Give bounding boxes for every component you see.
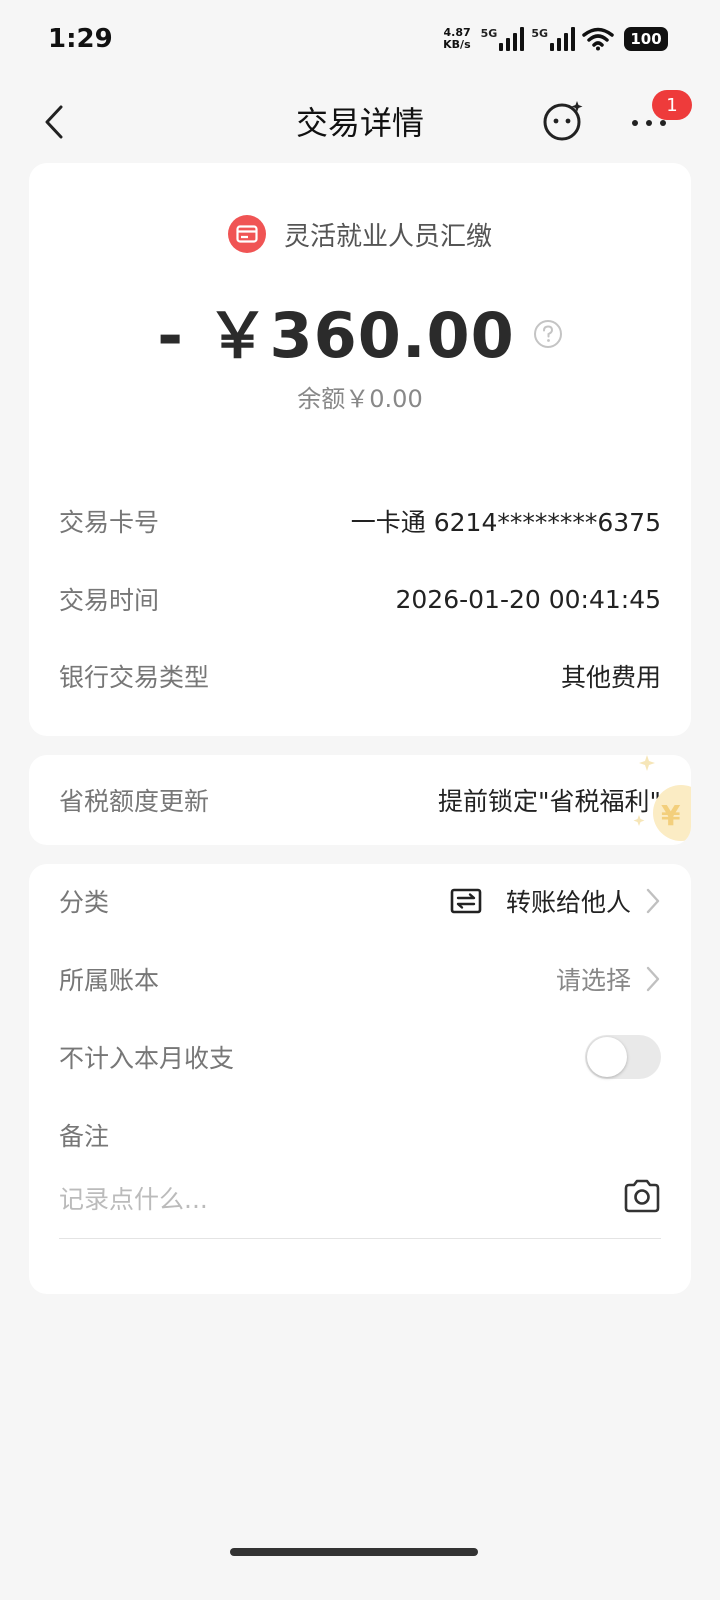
category-label: 分类 [59,888,110,917]
battery-indicator: 100 [624,27,668,51]
tax-saving-row[interactable]: 省税额度更新 提前锁定"省税福利" [59,780,661,820]
detail-label: 交易时间 [59,586,160,615]
category-row[interactable]: 分类 转账给他人 [59,881,661,921]
transfer-icon [450,888,482,914]
status-indicators: 4.87 KB/s 5G 5G 100 [443,22,668,56]
signal-2-label: 5G [531,27,548,40]
transaction-detail-screen: 1:29 4.87 KB/s 5G 5G 100 交易详情 1 灵活就业人员汇缴… [0,0,720,1600]
detail-label: 交易卡号 [59,508,160,537]
help-circle-icon[interactable] [533,319,563,349]
account-book-row[interactable]: 所属账本 请选择 [59,959,661,999]
wifi-icon [582,27,614,51]
yuan-coin-icon: ¥ [633,755,691,841]
robot-face-icon [543,101,583,141]
account-book-value: 请选择 [555,966,631,995]
signal-bars-icon [550,27,575,51]
tax-saving-label: 省税额度更新 [59,787,210,816]
status-bar: 1:29 4.87 KB/s 5G 5G 100 [0,0,720,80]
detail-row-card-number: 交易卡号 一卡通 6214********6375 [59,501,661,541]
exclude-monthly-row: 不计入本月收支 [59,1035,661,1079]
detail-row-time: 交易时间 2026-01-20 00:41:45 [59,579,661,619]
detail-value: 其他费用 [560,663,661,692]
tax-saving-card[interactable]: 省税额度更新 提前锁定"省税福利" ¥ [29,755,691,845]
detail-row-type: 银行交易类型 其他费用 [59,656,661,696]
tax-saving-link[interactable]: 提前锁定"省税福利" [438,782,661,818]
category-value-group[interactable]: 转账给他人 [450,883,661,919]
card-payment-icon [227,215,266,253]
chevron-right-icon [646,966,660,992]
transaction-amount: - ￥360.00 [157,299,515,372]
exclude-monthly-label: 不计入本月收支 [59,1044,235,1073]
card-icon [236,225,258,243]
svg-text:¥: ¥ [661,799,681,832]
balance-text: 余额￥0.00 [297,385,423,413]
signal-1-label: 5G [480,27,498,40]
detail-label: 银行交易类型 [59,663,210,692]
nav-bar: 交易详情 1 [0,80,720,164]
chevron-right-icon [646,888,660,914]
note-underline [59,1238,661,1239]
home-indicator[interactable] [230,1548,478,1556]
amount-row: - ￥360.00 [29,285,691,375]
network-speed: 4.87 KB/s [443,27,470,51]
page-title: 交易详情 [295,104,424,142]
note-input[interactable] [59,1177,579,1221]
transaction-summary-card: 灵活就业人员汇缴 - ￥360.00 余额￥0.00 交易卡号 一卡通 6214… [29,163,691,736]
camera-icon[interactable] [623,1178,661,1214]
network-speed-unit: KB/s [443,38,471,51]
status-time: 1:29 [48,24,113,54]
assistant-button[interactable] [540,98,586,144]
exclude-monthly-toggle[interactable] [585,1035,661,1079]
note-label: 备注 [59,1122,110,1151]
merchant-name: 灵活就业人员汇缴 [283,221,492,252]
signal-2: 5G [531,27,576,51]
category-value: 转账给他人 [505,888,631,917]
notification-badge: 1 [652,90,692,120]
account-book-label: 所属账本 [59,966,160,995]
note-label-row: 备注 [59,1115,661,1155]
signal-1: 5G [481,27,526,51]
merchant-row: 灵活就业人员汇缴 [29,215,691,253]
account-book-value-group[interactable]: 请选择 [556,961,661,997]
detail-value: 2026-01-20 00:41:45 [395,584,661,614]
signal-bars-icon [499,27,525,51]
detail-value: 一卡通 6214********6375 [350,508,661,537]
toggle-knob [587,1037,627,1077]
bookkeeping-card: 分类 转账给他人 所属账本 请选择 不计入本月收支 备注 记录点什么... [29,864,691,1294]
